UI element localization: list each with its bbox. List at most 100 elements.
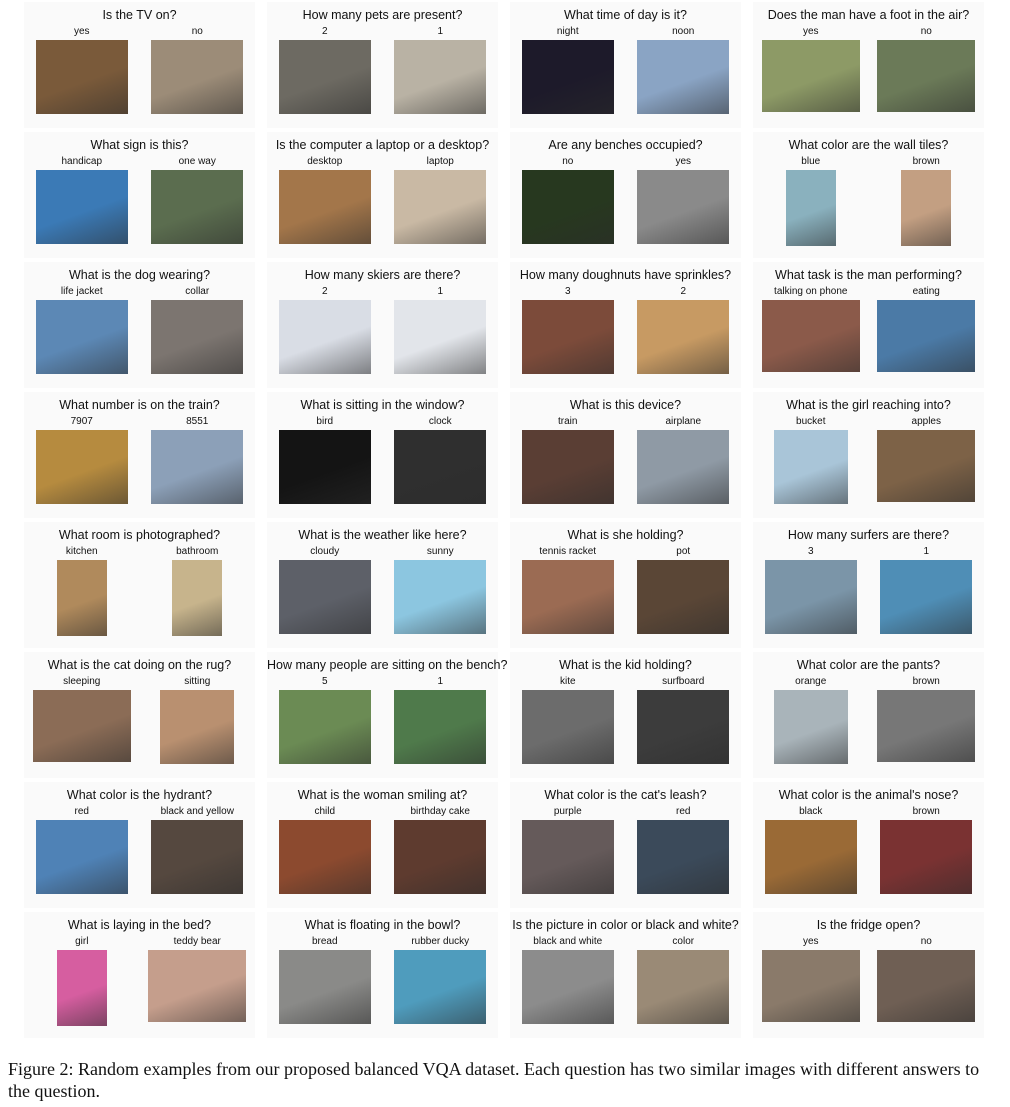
photo — [151, 820, 244, 894]
answer-label: night — [556, 26, 579, 37]
photo — [35, 170, 128, 244]
vqa-example: How many doughnuts have sprinkles? 3 2 — [510, 262, 741, 388]
answer-label: sleeping — [63, 676, 101, 687]
question-text: Is the fridge open? — [816, 918, 921, 932]
answer-label: 1 — [437, 286, 444, 297]
vqa-example: What is the weather like here? cloudy sunn… — [267, 522, 498, 648]
answer-label: 1 — [437, 676, 444, 687]
image-pair: cloudy sunny — [267, 546, 498, 644]
image-pair: train airplane — [510, 416, 741, 514]
answer-label: cloudy — [310, 546, 340, 557]
photo — [521, 40, 614, 114]
photo — [761, 300, 860, 372]
question-text: What sign is this? — [90, 138, 189, 152]
vqa-example: How many pets are present? 2 1 — [267, 2, 498, 128]
image-with-answer: kitchen — [24, 546, 140, 644]
question-text: What is the girl reaching into? — [786, 398, 951, 412]
image-with-answer: 1 — [383, 26, 499, 124]
photo — [877, 690, 976, 762]
photo — [880, 560, 973, 634]
image-with-answer: black and yellow — [140, 806, 256, 904]
image-pair: sleeping sitting — [24, 676, 255, 774]
photo — [394, 300, 487, 374]
image-with-answer: no — [869, 26, 985, 124]
vqa-example: What color is the cat's leash? purple red — [510, 782, 741, 908]
image-with-answer: surfboard — [626, 676, 742, 774]
image-with-answer: 3 — [510, 286, 626, 384]
image-pair: red black and yellow — [24, 806, 255, 904]
vqa-example: What is sitting in the window? bird clock — [267, 392, 498, 518]
image-pair: black brown — [753, 806, 984, 904]
image-with-answer: teddy bear — [140, 936, 256, 1034]
answer-label: bird — [316, 416, 334, 427]
answer-label: one way — [178, 156, 216, 167]
answer-label: brown — [912, 806, 940, 817]
question-text: What is laying in the bed? — [67, 918, 212, 932]
photo — [637, 170, 730, 244]
question-text: Is the TV on? — [102, 8, 177, 22]
image-with-answer: birthday cake — [383, 806, 499, 904]
answer-label: purple — [553, 806, 582, 817]
image-with-answer: 3 — [753, 546, 869, 644]
image-with-answer: airplane — [626, 416, 742, 514]
image-with-answer: 1 — [383, 286, 499, 384]
image-with-answer: night — [510, 26, 626, 124]
answer-label: talking on phone — [774, 286, 848, 297]
question-text: Is the computer a laptop or a desktop? — [275, 138, 490, 152]
vqa-example: How many surfers are there? 3 1 — [753, 522, 984, 648]
photo — [880, 820, 973, 894]
photo — [32, 690, 131, 762]
answer-label: kite — [559, 676, 576, 687]
image-with-answer: clock — [383, 416, 499, 514]
image-with-answer: bird — [267, 416, 383, 514]
photo — [56, 560, 107, 636]
image-pair: blue brown — [753, 156, 984, 254]
vqa-example: What is the kid holding? kite surfboard — [510, 652, 741, 778]
image-pair: bucket apples — [753, 416, 984, 514]
answer-label: black and white — [533, 936, 603, 947]
photo — [35, 430, 128, 504]
image-with-answer: color — [626, 936, 742, 1034]
image-pair: tennis racket pot — [510, 546, 741, 644]
answer-label: black and yellow — [160, 806, 234, 817]
image-with-answer: handicap — [24, 156, 140, 254]
photo — [278, 950, 371, 1024]
question-text: What is she holding? — [567, 528, 684, 542]
image-pair: 21 — [267, 26, 498, 124]
photo — [637, 820, 730, 894]
image-with-answer: blue — [753, 156, 869, 254]
photo — [764, 560, 857, 634]
image-pair: bird clock — [267, 416, 498, 514]
image-with-answer: laptop — [383, 156, 499, 254]
photo — [278, 690, 371, 764]
photo — [35, 300, 128, 374]
question-text: What is floating in the bowl? — [304, 918, 461, 932]
vqa-example: What color is the animal's nose? black bro… — [753, 782, 984, 908]
answer-label: blue — [801, 156, 821, 167]
photo — [773, 430, 848, 504]
answer-label: yes — [73, 26, 90, 37]
image-with-answer: sleeping — [24, 676, 140, 774]
answer-label: 2 — [321, 26, 328, 37]
answer-label: 8551 — [186, 416, 209, 427]
photo — [637, 560, 730, 634]
vqa-example: What room is photographed? kitchen bathroo… — [24, 522, 255, 648]
photo — [637, 950, 730, 1024]
answer-label: train — [558, 416, 578, 427]
photo — [521, 430, 614, 504]
image-with-answer: purple — [510, 806, 626, 904]
answer-label: 1 — [437, 26, 444, 37]
image-with-answer: black — [753, 806, 869, 904]
answer-label: tennis racket — [539, 546, 597, 557]
image-pair: 7907 8551 — [24, 416, 255, 514]
image-pair: desktop laptop — [267, 156, 498, 254]
vqa-example: What time of day is it? night noon — [510, 2, 741, 128]
question-text: What time of day is it? — [564, 8, 687, 22]
image-with-answer: sitting — [140, 676, 256, 774]
photo — [278, 170, 371, 244]
answer-label: red — [676, 806, 691, 817]
photo — [637, 690, 730, 764]
image-pair: 32 — [510, 286, 741, 384]
answer-label: birthday cake — [410, 806, 470, 817]
vqa-example: What sign is this? handicap one way — [24, 132, 255, 258]
